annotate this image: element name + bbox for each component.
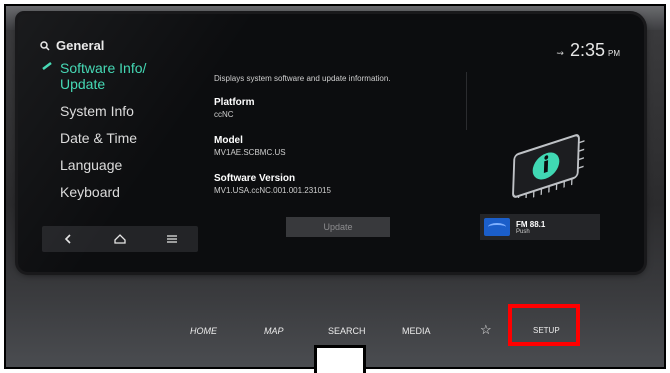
star-icon[interactable]: ☆ [480, 322, 492, 338]
status-clock: ⇝ 2:35 PM [556, 40, 620, 61]
bottom-blank-box [314, 345, 366, 373]
menu-header-label: General [56, 38, 105, 53]
radio-station: FM 88.1 [516, 219, 546, 229]
menu-item-keyboard[interactable]: Keyboard [40, 179, 210, 206]
software-version-title: Software Version [214, 173, 296, 184]
model-title: Model [214, 135, 243, 146]
platform-title: Platform [214, 97, 255, 108]
back-button[interactable] [53, 228, 83, 250]
home-icon [114, 234, 126, 244]
menu-item-language[interactable]: Language [40, 152, 210, 179]
selected-marker-icon [42, 62, 52, 70]
software-info-panel: Displays system software and update info… [214, 74, 474, 211]
radio-widget[interactable]: FM 88.1 Push [480, 214, 600, 240]
chevron-left-icon [64, 234, 71, 244]
menu-item-software-info[interactable]: Software Info/ Update [40, 57, 210, 98]
hw-media-button[interactable]: MEDIA [402, 326, 431, 336]
radio-station-logo [484, 218, 510, 236]
hw-search-button[interactable]: SEARCH [328, 326, 366, 336]
home-button[interactable] [105, 228, 135, 250]
menu-button[interactable] [157, 228, 187, 250]
clock-time: 2:35 [569, 40, 605, 60]
infotainment-screen: General Software Info/ Update System Inf… [18, 14, 644, 272]
radio-action: Push [516, 228, 530, 235]
menu-item-label-line2: Update [60, 76, 106, 92]
software-chip-icon [512, 134, 585, 198]
menu-header[interactable]: General [40, 38, 210, 53]
hw-map-button[interactable]: MAP [264, 326, 284, 336]
setup-highlight-box [508, 304, 580, 346]
update-button[interactable]: Update [286, 217, 390, 237]
hamburger-icon [167, 235, 177, 243]
software-version-value: MV1.USA.ccNC.001.001.231015 [214, 186, 331, 195]
screen-nav-bar [42, 226, 198, 252]
hw-home-button[interactable]: HOME [190, 326, 217, 336]
panel-description: Displays system software and update info… [214, 74, 391, 83]
panel-divider [466, 72, 467, 130]
search-icon [40, 40, 50, 51]
signal-icon: ⇝ [556, 48, 564, 58]
menu-item-date-time[interactable]: Date & Time [40, 125, 210, 152]
model-value: MV1AE.SCBMC.US [214, 148, 286, 157]
menu-item-label: Software Info/ [60, 60, 147, 76]
clock-ampm: PM [608, 49, 620, 58]
menu-item-system-info[interactable]: System Info [40, 98, 210, 125]
platform-value: ccNC [214, 110, 234, 119]
settings-menu: General Software Info/ Update System Inf… [40, 38, 210, 206]
